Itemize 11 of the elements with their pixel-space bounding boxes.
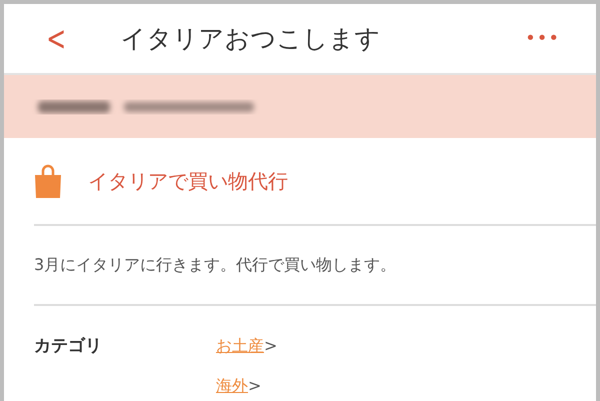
listing-title: イタリアで買い物代行 [88, 168, 288, 195]
category-link[interactable]: 海外 [216, 374, 248, 398]
chevron-text: > [248, 375, 262, 397]
more-button[interactable]: ••• [519, 24, 566, 53]
page-title: イタリアおつこします [120, 22, 380, 55]
back-button[interactable]: < [46, 22, 66, 56]
chevron-text: > [264, 335, 278, 357]
category-link[interactable]: お土産 [216, 334, 264, 358]
category-label: カテゴリ [34, 335, 103, 358]
shopping-bag-icon [34, 164, 62, 198]
listing-description: 3月にイタリアに行きます。代行で買い物します。 [34, 254, 396, 276]
